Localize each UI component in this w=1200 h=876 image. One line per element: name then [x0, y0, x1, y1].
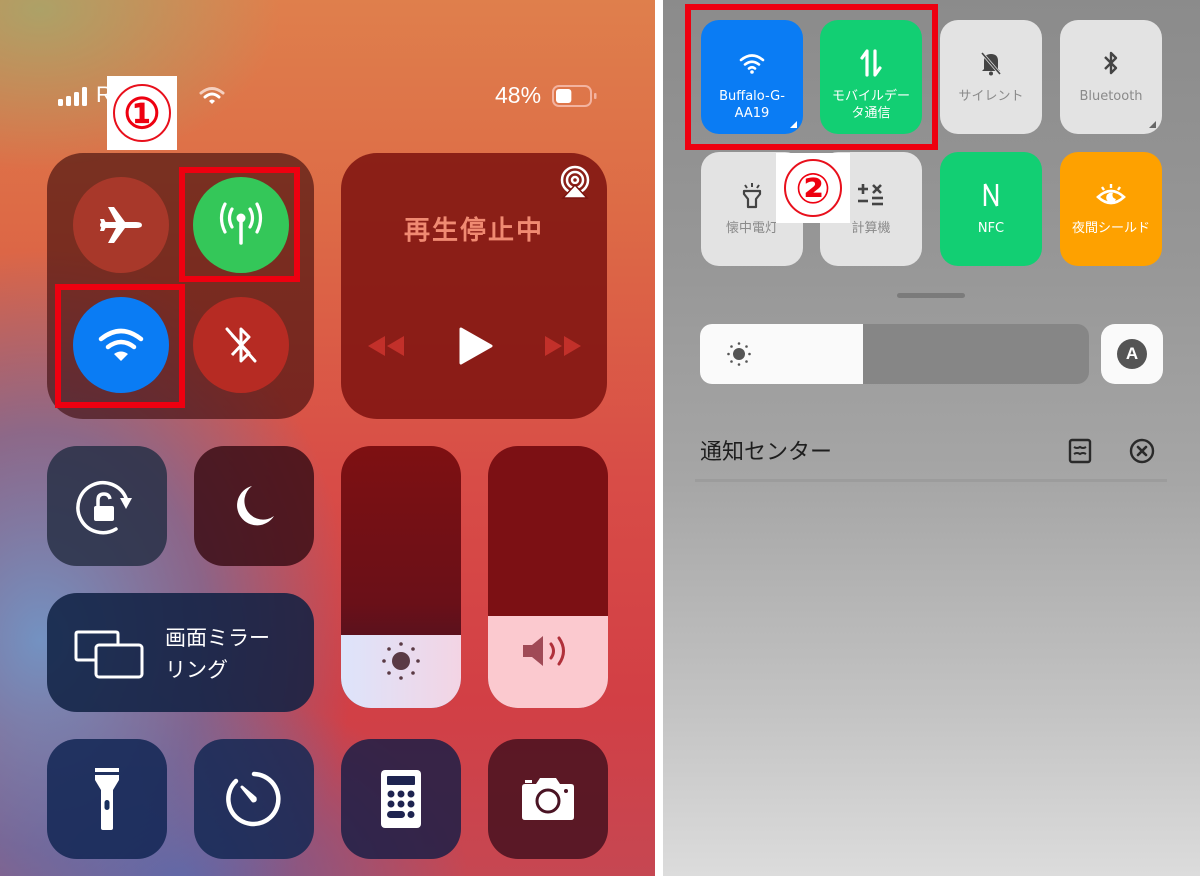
nfc-tile-label: NFC [977, 221, 1005, 236]
airplane-mode-toggle[interactable] [73, 177, 169, 273]
moon-icon [237, 486, 274, 526]
brightness-slider-fill [700, 324, 864, 384]
bluetooth-tile-label: Bluetooth [1079, 89, 1143, 104]
night-shield-tile[interactable]: 夜間シールド [1060, 152, 1162, 266]
night-shield-tile-label: 夜間シールド [1071, 221, 1150, 236]
divider [695, 479, 1167, 482]
expand-corner-icon [1149, 121, 1156, 128]
orientation-lock-icon [76, 480, 132, 535]
notification-manage-icon [1068, 438, 1092, 464]
drag-handle[interactable] [897, 293, 965, 298]
calculator-button[interactable] [341, 739, 461, 859]
highlight-box-wifi-mobile-data [685, 4, 938, 150]
nfc-icon [982, 178, 1000, 212]
auto-brightness-button[interactable]: A [1101, 324, 1163, 384]
annotation-number: ① [113, 84, 171, 142]
battery-icon [552, 84, 598, 112]
close-circle-icon [1129, 438, 1155, 464]
clear-notifications-button[interactable] [1129, 438, 1155, 468]
screen-mirroring-label-line1: 画面ミラー [165, 626, 270, 650]
airplane-icon [100, 207, 142, 243]
flashlight-button[interactable] [47, 739, 167, 859]
camera-icon [522, 778, 574, 820]
eye-moon-icon [1096, 178, 1126, 212]
signal-strength-icon [58, 86, 92, 110]
calculator-tile-label: 計算機 [851, 221, 891, 236]
orientation-lock-button[interactable] [47, 446, 167, 566]
bluetooth-toggle[interactable] [193, 297, 289, 393]
do-not-disturb-button[interactable] [194, 446, 314, 566]
now-playing-status: 再生停止中 [403, 216, 544, 246]
notification-settings-button[interactable] [1068, 438, 1092, 468]
calculator-icon [381, 770, 421, 828]
annotation-badge-1: ① [107, 76, 177, 150]
rewind-icon [368, 336, 404, 356]
rewind-button[interactable] [366, 334, 406, 362]
brightness-slider[interactable] [700, 324, 1089, 384]
screen-mirroring-label-line2: リング [165, 658, 228, 682]
fast-forward-button[interactable] [543, 334, 583, 362]
android-quick-settings: Buffalo-G- AA19 モバイルデー タ通信 サイレント Bluetoo… [663, 0, 1200, 876]
bluetooth-off-icon [225, 327, 257, 363]
timer-icon [226, 771, 281, 827]
sun-icon [380, 640, 422, 686]
wifi-status-icon [199, 86, 225, 110]
airplay-icon[interactable] [558, 165, 592, 203]
notification-center-title: 通知センター [700, 440, 833, 465]
silent-tile-label: サイレント [958, 89, 1024, 104]
flashlight-icon [741, 178, 763, 212]
battery-percent: 48% [495, 82, 542, 108]
bluetooth-icon [1102, 46, 1120, 80]
bluetooth-tile[interactable]: Bluetooth [1060, 20, 1162, 134]
calculator-symbols-icon [857, 178, 885, 212]
ios-control-center: Rakuten 48% ① [0, 0, 655, 876]
sun-icon [726, 341, 752, 371]
highlight-box-wifi [55, 284, 185, 408]
speaker-icon [521, 634, 577, 672]
play-icon [459, 327, 493, 365]
timer-button[interactable] [194, 739, 314, 859]
volume-slider[interactable] [488, 446, 608, 708]
brightness-slider[interactable] [341, 446, 461, 708]
flashlight-tile-label: 懐中電灯 [725, 221, 778, 236]
silent-tile[interactable]: サイレント [940, 20, 1042, 134]
play-button[interactable] [458, 326, 494, 370]
nfc-tile[interactable]: NFC [940, 152, 1042, 266]
fast-forward-icon [545, 336, 581, 356]
screen-mirroring-label: 画面ミラー リング [165, 622, 270, 686]
bell-off-icon [979, 46, 1003, 80]
screen-mirroring-icon [74, 630, 146, 684]
camera-button[interactable] [488, 739, 608, 859]
annotation-number: ② [784, 159, 842, 217]
flashlight-icon [95, 768, 119, 830]
auto-brightness-icon: A [1117, 339, 1147, 369]
highlight-box-cellular [179, 167, 300, 282]
annotation-badge-2: ② [776, 153, 850, 223]
